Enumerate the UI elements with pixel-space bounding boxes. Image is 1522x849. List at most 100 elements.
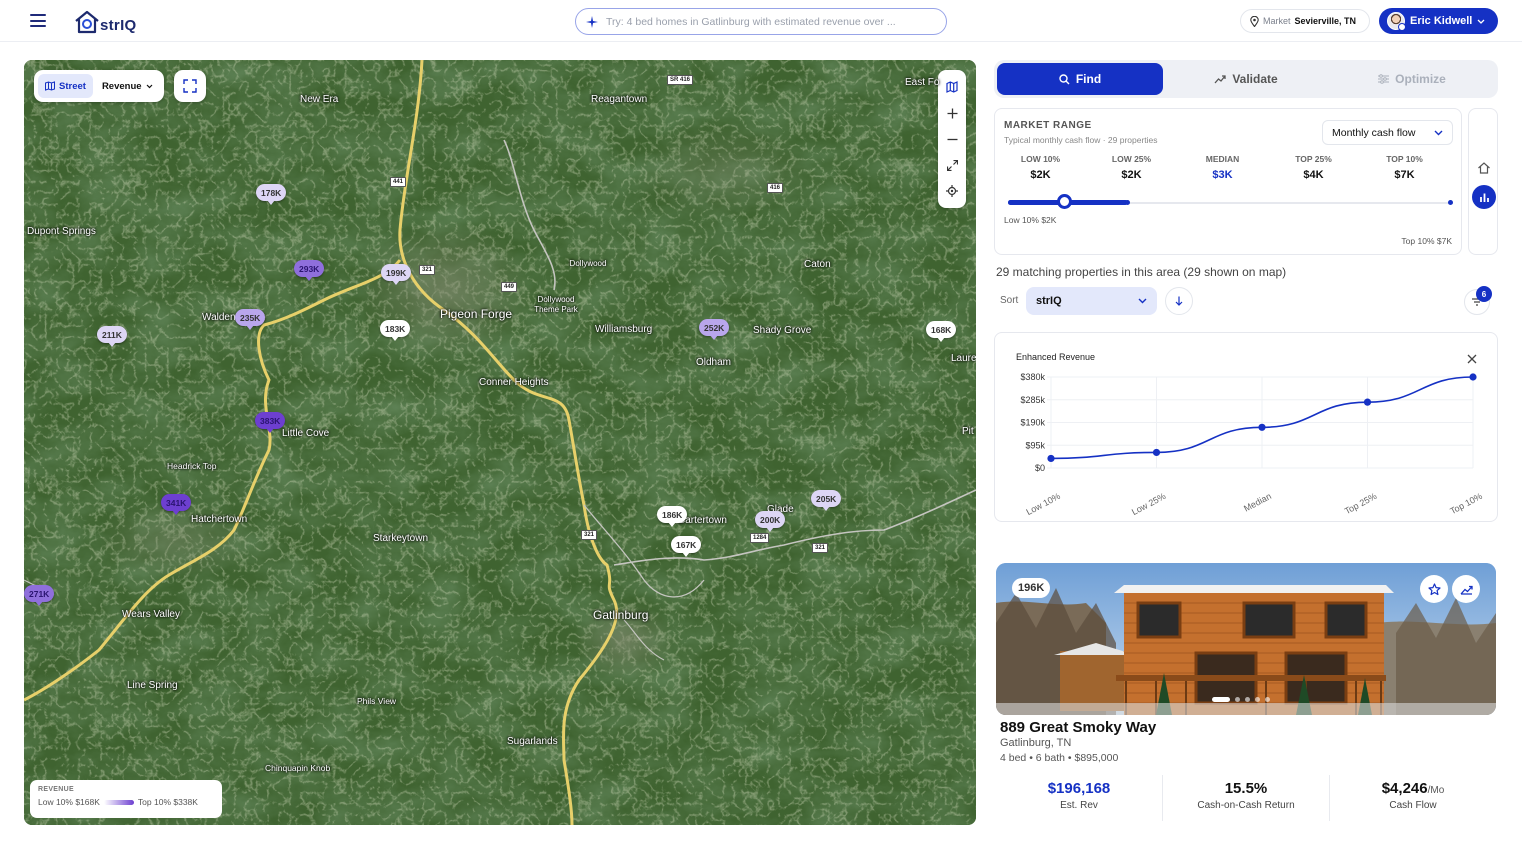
price-marker[interactable]: 252K (699, 319, 730, 340)
crosshair-icon (946, 185, 958, 197)
place-label: East Fo (905, 77, 940, 88)
chevron-down-icon (1477, 19, 1485, 24)
home-icon[interactable] (1477, 161, 1491, 175)
logo[interactable]: strIQ (74, 8, 137, 34)
percentile-low25: LOW 25% $2K (1086, 154, 1177, 181)
place-label: Line Spring (127, 680, 178, 691)
zoom-out-button[interactable] (942, 129, 962, 149)
road-shield: 321 (419, 265, 436, 275)
road-shield: 321 (581, 530, 598, 540)
street-view-toggle[interactable]: Street (38, 74, 93, 98)
validate-property-button[interactable] (1452, 575, 1480, 603)
user-menu-button[interactable]: Eric Kidwell (1379, 8, 1498, 34)
percentile-columns: LOW 10% $2K LOW 25% $2K MEDIAN $3K TOP 25% $… (995, 154, 1463, 181)
x-tick-label: Top 10% (1448, 491, 1484, 516)
mode-tabs: Find Validate Optimize (994, 60, 1498, 98)
metric-dropdown[interactable]: Monthly cash flow (1322, 120, 1453, 145)
place-label: Chinquapin Knob (265, 763, 331, 773)
arrow-down-icon (1175, 296, 1183, 306)
price-marker[interactable]: 167K (671, 536, 702, 557)
photo-dot[interactable] (1235, 697, 1240, 702)
place-label: Caton (804, 259, 831, 270)
expand-map-button[interactable] (942, 155, 962, 175)
satellite-map[interactable]: Street Revenue New Era Reagantown Dupont S… (24, 60, 976, 825)
stat-cash-flow: $4,246/Mo Cash Flow (1330, 775, 1496, 821)
road-shield: 1284 (750, 533, 770, 543)
tab-find[interactable]: Find (997, 63, 1163, 95)
y-tick-label: $95k (1025, 440, 1045, 450)
zoom-in-button[interactable] (942, 103, 962, 123)
photo-dot[interactable] (1265, 697, 1270, 702)
place-label: Sugarlands (507, 736, 558, 747)
percentile-label: TOP 25% (1295, 154, 1332, 164)
price-marker[interactable]: 205K (811, 490, 842, 511)
search-input[interactable] (606, 15, 926, 28)
location-pin-icon (1250, 15, 1259, 27)
legend-low: Low 10% $168K (38, 797, 100, 807)
search-icon (1059, 73, 1070, 84)
data-point (1469, 373, 1477, 381)
tab-validate[interactable]: Validate (1163, 63, 1329, 95)
locate-button[interactable] (942, 181, 962, 201)
market-range-subtitle: Typical monthly cash flow · 29 propertie… (1004, 135, 1158, 145)
sort-direction-button[interactable] (1165, 287, 1193, 315)
place-label: Oldham (696, 357, 732, 368)
price-marker[interactable]: 211K (97, 326, 127, 347)
price-marker[interactable]: 341K (161, 494, 192, 515)
percentile-label: LOW 10% (1020, 154, 1061, 164)
y-tick-label: $190k (1020, 418, 1045, 428)
percentile-label: TOP 10% (1386, 154, 1423, 164)
property-city: Gatlinburg, TN (1000, 737, 1072, 749)
percentile-value: $2K (1121, 169, 1142, 181)
chevron-down-icon (1434, 130, 1443, 135)
photo-dot[interactable] (1212, 697, 1230, 702)
trend-up-icon (1460, 585, 1473, 595)
price-marker[interactable]: 383K (255, 412, 286, 433)
expand-icon (183, 79, 197, 93)
road-shield: 416 (767, 183, 784, 193)
search-bar[interactable] (575, 8, 947, 35)
photo-dot[interactable] (1245, 697, 1250, 702)
price-marker[interactable]: 235K (235, 309, 266, 330)
road-shield: 441 (390, 177, 407, 187)
data-point (1258, 423, 1266, 431)
data-point (1363, 398, 1372, 406)
map-style-button[interactable] (942, 77, 962, 97)
road-shield: 449 (501, 282, 518, 292)
stat-label: Cash Flow (1389, 800, 1437, 811)
property-photo[interactable]: 196K (996, 563, 1496, 715)
chart-toggle-button[interactable] (1472, 185, 1496, 209)
property-card[interactable]: 196K 889 Great Smoky Way Gatlinburg, TN … (996, 563, 1496, 825)
price-marker[interactable]: 186K (657, 506, 688, 527)
property-address[interactable]: 889 Great Smoky Way (1000, 719, 1156, 736)
fullscreen-button[interactable] (174, 70, 206, 102)
price-marker[interactable]: 183K (380, 320, 411, 341)
map-controls (938, 70, 966, 208)
price-marker[interactable]: 178K (256, 184, 287, 205)
price-marker[interactable]: 168K (926, 321, 957, 342)
place-label: Starkeytown (373, 533, 429, 544)
favorite-button[interactable] (1420, 575, 1448, 603)
top-bar: strIQ Market Sevierville, TN Eric Kidwel… (0, 0, 1522, 42)
price-marker[interactable]: 271K (24, 585, 55, 606)
price-marker[interactable]: 199K (381, 264, 412, 285)
sort-dropdown[interactable]: strIQ (1026, 287, 1157, 315)
star-icon (1427, 582, 1441, 595)
photo-pagination (1212, 697, 1270, 702)
slider-knob[interactable] (1057, 194, 1072, 209)
price-marker[interactable]: 200K (755, 511, 786, 532)
place-label: Headrick Top (167, 461, 217, 471)
house-logo-icon (75, 10, 99, 34)
market-selector[interactable]: Market Sevierville, TN (1240, 9, 1370, 33)
photo-dot[interactable] (1255, 697, 1260, 702)
tab-optimize[interactable]: Optimize (1329, 63, 1495, 95)
hamburger-menu-icon[interactable] (30, 14, 46, 27)
place-label: Hatchertown (191, 514, 248, 525)
logo-text: strIQ (100, 17, 137, 34)
diagonal-expand-icon (946, 159, 958, 171)
percentile-median: MEDIAN $3K (1177, 154, 1268, 181)
price-marker[interactable]: 293K (294, 260, 325, 281)
bar-chart-icon (1479, 193, 1489, 202)
range-slider[interactable] (1008, 194, 1453, 209)
revenue-layer-dropdown[interactable]: Revenue (96, 74, 159, 98)
